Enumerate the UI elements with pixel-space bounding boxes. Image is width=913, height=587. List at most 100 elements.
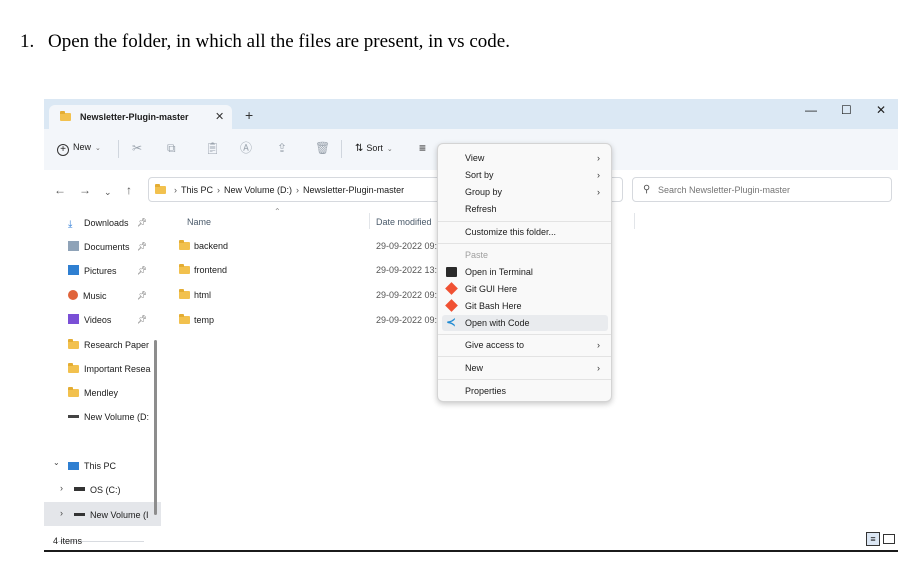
rename-icon[interactable]: Ⓐ xyxy=(240,141,252,155)
menu-item-paste: Paste xyxy=(465,250,489,260)
sidebar-item-important-research[interactable]: Important Resea xyxy=(68,362,151,376)
menu-item-git-bash-here[interactable]: Git Bash Here xyxy=(442,298,608,314)
plus-circle-icon: + xyxy=(57,144,69,156)
column-header-date-modified[interactable]: Date modified xyxy=(376,217,432,227)
pin-icon[interactable]: 📌︎ xyxy=(137,291,147,300)
sidebar-item-videos[interactable]: Videos xyxy=(68,313,111,327)
new-tab-button[interactable]: + xyxy=(245,108,253,122)
videos-icon xyxy=(68,314,79,324)
chevron-right-icon: › xyxy=(597,187,600,197)
back-arrow-icon[interactable]: ← xyxy=(54,183,66,197)
menu-separator xyxy=(438,356,611,357)
menu-item-open-with-code[interactable]: ≺ Open with Code xyxy=(442,315,608,331)
pin-icon[interactable]: 📌︎ xyxy=(137,266,147,275)
chevron-right-icon[interactable]: › xyxy=(60,483,63,493)
chevron-right-icon: › xyxy=(597,340,600,350)
item-count: 4 items xyxy=(53,536,83,546)
sidebar-item-label: New Volume (D: xyxy=(84,412,150,422)
menu-separator xyxy=(438,243,611,244)
sidebar-item-mendley[interactable]: Mendley xyxy=(68,386,118,400)
sidebar-item-os-c[interactable]: OS (C:) xyxy=(74,483,121,497)
new-button[interactable]: + New ⌄ xyxy=(57,142,101,156)
sidebar-item-documents[interactable]: Documents xyxy=(68,240,130,254)
search-box[interactable]: ⚲ xyxy=(632,177,892,202)
menu-item-properties[interactable]: Properties xyxy=(442,383,608,399)
sidebar-item-label: Music xyxy=(83,291,107,301)
crumb-this-pc[interactable]: This PC xyxy=(181,185,213,195)
sidebar-item-research-paper[interactable]: Research Paper xyxy=(68,338,149,352)
maximize-button[interactable]: ☐ xyxy=(841,103,852,117)
crumb-folder[interactable]: Newsletter-Plugin-master xyxy=(303,185,404,195)
vscode-icon: ≺ xyxy=(446,315,457,329)
folder-icon xyxy=(179,264,190,274)
navigation-pane: ⤓ Downloads 📌︎ Documents 📌︎ Pictures 📌︎ M… xyxy=(44,210,162,542)
share-icon[interactable]: ⇪ xyxy=(277,141,287,155)
sidebar-item-pictures[interactable]: Pictures xyxy=(68,264,117,278)
close-window-button[interactable]: ✕ xyxy=(876,103,886,117)
context-menu: View › Sort by › Group by › Refresh Customi… xyxy=(437,143,612,402)
forward-arrow-icon[interactable]: → xyxy=(79,183,91,197)
minimize-button[interactable]: — xyxy=(805,103,817,117)
menu-item-refresh[interactable]: Refresh xyxy=(442,201,608,217)
menu-separator xyxy=(438,221,611,222)
up-arrow-icon[interactable]: ↑ xyxy=(126,183,132,197)
sort-button[interactable]: ⇅ Sort ⌄ xyxy=(355,143,393,154)
folder-icon xyxy=(155,184,166,194)
chevron-right-icon[interactable]: › xyxy=(60,508,63,518)
tiles-view-icon[interactable] xyxy=(883,534,895,544)
column-divider xyxy=(369,213,370,229)
menu-item-sort-by[interactable]: Sort by › xyxy=(442,167,608,183)
sidebar-item-label: Documents xyxy=(84,242,130,252)
menu-item-customize-folder[interactable]: Customize this folder... xyxy=(442,224,608,240)
sidebar-item-downloads[interactable]: ⤓ Downloads xyxy=(68,216,129,230)
file-name: temp xyxy=(194,315,215,325)
file-name: backend xyxy=(194,241,229,251)
download-icon: ⤓ xyxy=(68,219,73,230)
menu-item-group-by[interactable]: Group by › xyxy=(442,184,608,200)
close-tab-icon[interactable]: ✕ xyxy=(215,110,224,123)
sidebar-item-this-pc[interactable]: This PC xyxy=(68,459,116,473)
sidebar-item-new-volume[interactable]: New Volume (D: xyxy=(68,410,149,424)
chevron-down-icon[interactable]: ⌄ xyxy=(53,458,60,467)
this-pc-icon xyxy=(68,462,79,470)
window-bottom-border xyxy=(44,550,898,552)
copy-icon[interactable]: ⧉ xyxy=(167,141,176,155)
drive-icon xyxy=(68,415,79,418)
crumb-drive[interactable]: New Volume (D:) xyxy=(224,185,292,195)
menu-item-view[interactable]: View › xyxy=(442,150,608,166)
tab-title: Newsletter-Plugin-master xyxy=(80,112,189,122)
sort-caret-icon: ⌃ xyxy=(274,207,281,216)
new-button-label: New xyxy=(73,142,92,152)
details-view-icon[interactable]: ≡ xyxy=(866,532,880,546)
sidebar-item-label: This PC xyxy=(84,461,117,471)
view-button[interactable]: ≡ xyxy=(419,141,426,155)
cut-icon[interactable]: ✂ xyxy=(132,141,142,155)
sidebar-item-label: Important Resea xyxy=(84,364,151,374)
menu-item-give-access-to[interactable]: Give access to › xyxy=(442,337,608,353)
paste-icon[interactable]: 📋︎ xyxy=(205,141,220,155)
pin-icon[interactable]: 📌︎ xyxy=(137,315,147,324)
explorer-tab[interactable]: Newsletter-Plugin-master ✕ xyxy=(49,105,232,129)
column-header-name[interactable]: Name xyxy=(187,217,211,227)
pin-icon[interactable]: 📌︎ xyxy=(137,218,147,227)
terminal-icon xyxy=(446,267,457,277)
step-text: Open the folder, in which all the files … xyxy=(48,31,510,52)
chevron-right-icon: › xyxy=(597,363,600,373)
menu-item-new[interactable]: New › xyxy=(442,360,608,376)
chevron-down-icon[interactable]: ⌄ xyxy=(104,185,112,199)
sidebar-item-label: Research Paper xyxy=(84,340,150,350)
sidebar-item-music[interactable]: Music xyxy=(68,289,107,303)
folder-icon xyxy=(68,363,79,373)
document-step: 1. Open the folder, in which all the file… xyxy=(20,31,510,53)
drive-icon xyxy=(74,513,85,516)
menu-item-open-in-terminal[interactable]: Open in Terminal xyxy=(442,264,608,280)
sidebar-scrollbar[interactable] xyxy=(154,340,157,515)
menu-item-git-gui-here[interactable]: Git GUI Here xyxy=(442,281,608,297)
file-name: html xyxy=(194,290,212,300)
chevron-right-icon: › xyxy=(597,153,600,163)
sidebar-item-new-volume-d[interactable]: New Volume (I xyxy=(74,508,149,522)
delete-icon[interactable]: 🗑︎ xyxy=(315,141,330,155)
search-input[interactable] xyxy=(658,178,886,201)
file-name: frontend xyxy=(194,265,228,275)
pin-icon[interactable]: 📌︎ xyxy=(137,242,147,251)
